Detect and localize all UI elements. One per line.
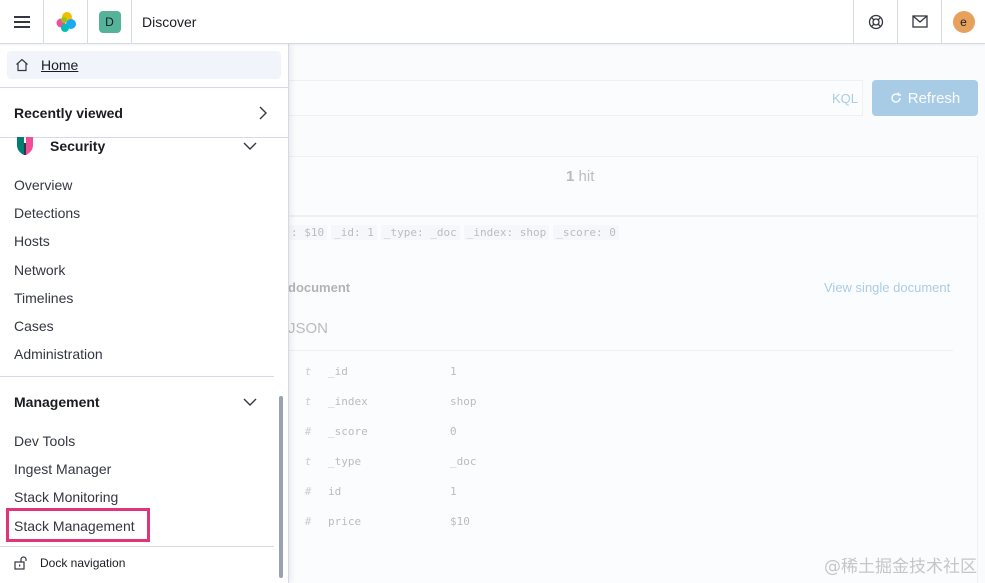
- management-section-toggle[interactable]: Management: [14, 394, 100, 410]
- mail-icon: [911, 15, 928, 28]
- row-field: _score: 0: [553, 225, 619, 240]
- nav-scrollbar[interactable]: [279, 396, 283, 578]
- chevron-right-icon[interactable]: [258, 106, 268, 120]
- space-selector[interactable]: D: [88, 0, 132, 44]
- nav-item-ingest-manager[interactable]: Ingest Manager: [14, 461, 111, 477]
- page-title: Discover: [142, 13, 197, 30]
- nav-item-timelines[interactable]: Timelines: [14, 290, 73, 306]
- refresh-icon: [891, 92, 901, 103]
- tab-json[interactable]: JSON: [288, 320, 328, 337]
- discover-content: KQL Refresh 1 hit : $10 _id: 1 _type: _doc…: [288, 44, 985, 583]
- nav-item-administration[interactable]: Administration: [14, 346, 103, 362]
- expanded-document-label: document: [288, 280, 351, 295]
- nav-item-stack-monitoring[interactable]: Stack Monitoring: [14, 489, 118, 505]
- row-field: _type: _doc: [380, 225, 460, 240]
- top-header: D Discover e: [0, 0, 985, 44]
- security-section-toggle[interactable]: Security: [50, 138, 105, 154]
- refresh-button[interactable]: Refresh: [872, 80, 978, 116]
- help-icon: [868, 14, 883, 29]
- space-badge: D: [98, 10, 121, 33]
- security-logo-icon: [17, 137, 33, 155]
- hits-label: hit: [578, 168, 595, 185]
- lock-open-icon: [14, 556, 27, 570]
- field-row: # id 1: [304, 485, 457, 498]
- nav-item-overview[interactable]: Overview: [14, 177, 72, 193]
- menu-icon: [13, 15, 30, 28]
- view-single-document-link[interactable]: View single document: [824, 280, 950, 295]
- side-navigation: Home Recently viewed Security Overview D…: [0, 44, 289, 583]
- row-field: : $10: [288, 225, 328, 240]
- watermark: @稀土掘金技术社区: [824, 557, 977, 577]
- hits-number: 1: [566, 168, 575, 185]
- nav-item-cases[interactable]: Cases: [14, 318, 54, 334]
- row-field: _index: shop: [463, 225, 550, 240]
- user-menu-button[interactable]: e: [941, 0, 985, 44]
- chevron-down-icon[interactable]: [243, 397, 257, 407]
- tabs-divider: [288, 350, 953, 351]
- chevron-down-icon[interactable]: [243, 141, 257, 151]
- avatar: e: [952, 10, 975, 33]
- nav-item-detections[interactable]: Detections: [14, 205, 80, 221]
- recently-viewed-toggle[interactable]: Recently viewed: [14, 105, 123, 121]
- newsfeed-button[interactable]: [897, 0, 941, 44]
- elastic-logo-icon: [56, 11, 76, 32]
- help-button[interactable]: [853, 0, 897, 44]
- query-input[interactable]: [288, 80, 863, 116]
- field-row: # _score 0: [304, 425, 457, 438]
- kql-toggle[interactable]: KQL: [832, 91, 858, 106]
- nav-item-dev-tools[interactable]: Dev Tools: [14, 433, 75, 449]
- field-row: # price $10: [304, 515, 470, 528]
- divider: [0, 87, 288, 88]
- highlight-box: [6, 508, 150, 542]
- document-row: : $10 _id: 1 _type: _doc _index: shop _score…: [288, 225, 623, 240]
- divider: [0, 376, 274, 377]
- elastic-logo[interactable]: [44, 0, 88, 44]
- row-field: _id: 1: [331, 225, 377, 240]
- hits-panel: [288, 156, 978, 216]
- divider: [0, 137, 288, 138]
- nav-home-label: Home: [41, 57, 79, 73]
- field-row: t _id 1: [304, 365, 457, 378]
- nav-home-link[interactable]: Home: [7, 51, 281, 79]
- field-row: t _index shop: [304, 395, 477, 408]
- dock-navigation-label: Dock navigation: [40, 556, 126, 570]
- divider: [0, 546, 274, 547]
- nav-item-network[interactable]: Network: [14, 262, 65, 278]
- menu-toggle-button[interactable]: [0, 0, 44, 44]
- home-icon: [16, 58, 28, 72]
- refresh-label: Refresh: [907, 89, 961, 107]
- nav-item-hosts[interactable]: Hosts: [14, 233, 50, 249]
- hits-count: 1 hit: [566, 168, 594, 185]
- dock-navigation-button[interactable]: Dock navigation: [14, 556, 125, 570]
- field-row: t _type _doc: [304, 455, 477, 468]
